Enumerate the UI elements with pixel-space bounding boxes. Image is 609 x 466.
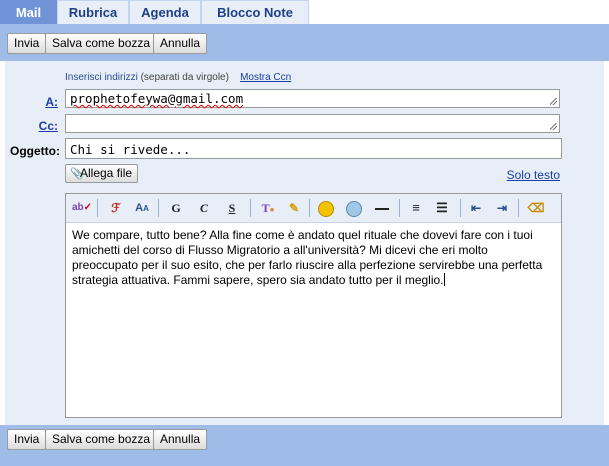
- toolbar-divider: [460, 199, 461, 217]
- text-color-icon[interactable]: T●: [258, 198, 278, 218]
- hint-separator: (separati da virgole): [140, 72, 229, 83]
- cancel-button-bottom[interactable]: Annulla: [153, 429, 208, 450]
- subject-label: Oggetto:: [10, 144, 60, 158]
- message-editor[interactable]: ab✓ ℱ AA G C S T● ✎ ≡ ☰ ⇤ ⇥ ⌫ We compare…: [65, 193, 562, 418]
- address-hint: Inserisci indirizzi (separati da virgole…: [65, 72, 291, 83]
- subject-value: Chi si rivede...: [70, 142, 191, 157]
- tab-mail[interactable]: Mail: [0, 0, 57, 24]
- tab-bar: Mail Rubrica Agenda Blocco Note: [0, 0, 609, 24]
- hint-insert: Inserisci indirizzi: [65, 72, 138, 83]
- cancel-button[interactable]: Annulla: [153, 33, 208, 54]
- highlight-icon[interactable]: ✎: [284, 198, 304, 218]
- top-action-bar: Invia Salva come bozza Annulla: [0, 24, 609, 61]
- font-size-icon[interactable]: AA: [132, 198, 152, 218]
- cc-label[interactable]: Cc:: [36, 119, 58, 133]
- plain-text-link[interactable]: Solo testo: [507, 168, 560, 182]
- send-button[interactable]: Invia: [7, 33, 47, 54]
- bold-icon[interactable]: G: [166, 198, 186, 218]
- paperclip-icon: 📎: [70, 168, 84, 180]
- underline-icon[interactable]: S: [222, 198, 242, 218]
- spellcheck-icon[interactable]: ab✓: [72, 198, 92, 218]
- align-icon[interactable]: ≡: [406, 198, 426, 218]
- tab-agenda[interactable]: Agenda: [129, 0, 201, 24]
- horizontal-rule-icon[interactable]: [372, 198, 392, 218]
- save-draft-button-bottom[interactable]: Salva come bozza: [45, 429, 158, 450]
- attach-file-button[interactable]: 📎Allega file: [65, 164, 139, 183]
- bottom-action-bar: Invia Salva come bozza Annulla: [0, 425, 609, 466]
- tab-blocco-note[interactable]: Blocco Note: [201, 0, 309, 24]
- to-label[interactable]: A:: [40, 95, 58, 109]
- message-body: We compare, tutto bene? Alla fine come è…: [72, 228, 552, 288]
- toolbar-divider: [158, 199, 159, 217]
- italic-icon[interactable]: C: [194, 198, 214, 218]
- list-icon[interactable]: ☰: [432, 198, 452, 218]
- send-button-bottom[interactable]: Invia: [7, 429, 47, 450]
- indent-icon[interactable]: ⇥: [492, 198, 512, 218]
- toolbar-divider: [97, 199, 98, 217]
- to-field[interactable]: prophetofeywa@gmail.com: [65, 89, 560, 108]
- formatting-toolbar: ab✓ ℱ AA G C S T● ✎ ≡ ☰ ⇤ ⇥ ⌫: [66, 194, 561, 223]
- emoticon-icon[interactable]: [344, 198, 364, 218]
- show-bcc-link[interactable]: Mostra Ccn: [240, 72, 291, 83]
- tab-rubrica[interactable]: Rubrica: [57, 0, 129, 24]
- subject-field[interactable]: Chi si rivede...: [65, 138, 562, 159]
- toolbar-divider: [250, 199, 251, 217]
- cc-field[interactable]: [65, 114, 560, 133]
- emoticon-smile-icon[interactable]: [316, 198, 336, 218]
- text-caret: [443, 273, 445, 286]
- toolbar-divider: [399, 199, 400, 217]
- save-draft-button[interactable]: Salva come bozza: [45, 33, 158, 54]
- outdent-icon[interactable]: ⇤: [466, 198, 486, 218]
- remove-format-icon[interactable]: ⌫: [526, 198, 546, 218]
- resize-grip-icon[interactable]: [550, 98, 557, 105]
- message-text: We compare, tutto bene? Alla fine come è…: [72, 228, 543, 287]
- to-value: prophetofeywa@gmail.com: [70, 91, 244, 106]
- attach-label: Allega file: [80, 166, 133, 180]
- toolbar-divider: [518, 199, 519, 217]
- resize-grip-icon[interactable]: [550, 123, 557, 130]
- toolbar-divider: [309, 199, 310, 217]
- font-icon[interactable]: ℱ: [106, 198, 126, 218]
